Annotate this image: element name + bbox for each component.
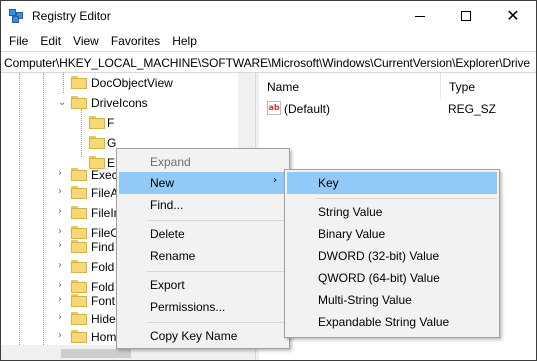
menu-file[interactable]: File [3, 31, 34, 51]
menu-item-label: Key [318, 176, 339, 190]
folder-icon [71, 76, 87, 89]
address-bar[interactable]: Computer\HKEY_LOCAL_MACHINE\SOFTWARE\Mic… [1, 51, 536, 73]
title-bar[interactable]: Registry Editor ✕ [1, 1, 536, 31]
tree-item-label: FileA [91, 186, 119, 200]
maximize-button[interactable] [443, 1, 489, 31]
menu-item-find[interactable]: Find... [119, 194, 287, 216]
menu-separator [315, 198, 497, 199]
menu-item-label: Delete [150, 227, 185, 241]
menu-item-export[interactable]: Export [119, 274, 287, 296]
menu-item-label: DWORD (32-bit) Value [318, 249, 440, 263]
value-name: (Default) [284, 102, 331, 116]
minimize-button[interactable] [397, 1, 443, 31]
window-title: Registry Editor [32, 9, 111, 23]
menu-item-new[interactable]: New › [119, 172, 287, 194]
menu-item-label: Binary Value [318, 227, 386, 241]
address-path[interactable]: Computer\HKEY_LOCAL_MACHINE\SOFTWARE\Mic… [4, 56, 530, 70]
chevron-right-icon[interactable]: › [58, 240, 62, 251]
close-icon: ✕ [506, 6, 520, 25]
minimize-icon [415, 15, 425, 17]
tree-item-label: G [107, 136, 117, 150]
menu-favorites[interactable]: Favorites [105, 31, 166, 51]
submenu-item-string-value[interactable]: String Value [287, 201, 497, 223]
submenu-item-expandable-string-value[interactable]: Expandable String Value [287, 311, 497, 333]
chevron-right-icon[interactable]: › [58, 226, 62, 237]
menu-item-label: Expandable String Value [318, 315, 450, 329]
chevron-right-icon[interactable]: › [58, 168, 62, 179]
menu-item-expand[interactable]: Expand [119, 151, 287, 173]
close-button[interactable]: ✕ [490, 1, 536, 31]
tree-item-docobjectview[interactable]: DocObjectView [1, 73, 238, 95]
folder-icon [71, 312, 87, 325]
menu-item-label: Find... [150, 198, 184, 212]
string-value-icon: ab [267, 101, 281, 115]
menu-item-permissions[interactable]: Permissions... [119, 296, 287, 318]
menu-edit[interactable]: Edit [34, 31, 67, 51]
chevron-right-icon[interactable]: › [58, 260, 62, 271]
registry-editor-icon [9, 9, 25, 23]
chevron-right-icon[interactable]: › [58, 330, 62, 341]
tree-item-label: F [107, 116, 115, 130]
folder-icon [71, 294, 87, 307]
chevron-right-icon[interactable]: › [58, 206, 62, 217]
tree-item-label: Exec [91, 168, 118, 182]
menu-bar: File Edit View Favorites Help [1, 31, 536, 51]
menu-view[interactable]: View [67, 31, 105, 51]
value-type: REG_SZ [448, 102, 497, 116]
chevron-right-icon[interactable]: › [58, 186, 62, 197]
column-header-type[interactable]: Type [441, 73, 536, 99]
context-menu: Expand New › Find... Delete Rename Expor… [116, 148, 290, 349]
menu-item-copy-key-name[interactable]: Copy Key Name [119, 325, 287, 347]
menu-item-delete[interactable]: Delete [119, 223, 287, 245]
menu-item-label: New [150, 176, 175, 190]
menu-item-label: QWORD (64-bit) Value [318, 271, 440, 285]
tree-item-label: Hom [91, 330, 117, 344]
submenu-item-multi-string-value[interactable]: Multi-String Value [287, 289, 497, 311]
tree-item-label: Font [91, 294, 116, 308]
folder-icon [71, 240, 87, 253]
submenu-item-qword-value[interactable]: QWORD (64-bit) Value [287, 267, 497, 289]
tree-item-driveicons[interactable]: ⌄ DriveIcons [1, 93, 238, 115]
folder-icon [89, 116, 105, 129]
registry-editor-window: Registry Editor ✕ File Edit View Favorit… [0, 0, 537, 361]
menu-help[interactable]: Help [166, 31, 203, 51]
folder-icon [71, 168, 87, 181]
menu-item-label: Permissions... [150, 300, 226, 314]
tree-item-label: DriveIcons [91, 96, 148, 110]
menu-item-label: Export [150, 278, 185, 292]
folder-icon [89, 136, 105, 149]
menu-item-label: Copy Key Name [150, 329, 238, 343]
tree-item-label: Fold [91, 260, 115, 274]
chevron-down-icon[interactable]: ⌄ [58, 97, 66, 108]
submenu-item-binary-value[interactable]: Binary Value [287, 223, 497, 245]
value-row-default[interactable]: ab (Default) REG_SZ [259, 99, 536, 119]
folder-open-icon [71, 96, 87, 109]
submenu-item-dword-value[interactable]: DWORD (32-bit) Value [287, 245, 497, 267]
tree-item-label: DocObjectView [91, 76, 173, 90]
menu-item-label: Multi-String Value [318, 293, 412, 307]
new-submenu: Key String Value Binary Value DWORD (32-… [284, 169, 500, 338]
chevron-right-icon[interactable]: › [58, 280, 62, 291]
menu-item-rename[interactable]: Rename [119, 245, 287, 267]
menu-item-label: Rename [150, 249, 196, 263]
menu-item-label: String Value [318, 205, 383, 219]
maximize-icon [461, 11, 471, 21]
chevron-right-icon: › [273, 175, 277, 186]
menu-separator [147, 220, 287, 221]
tree-item-label: Hide [91, 312, 116, 326]
tree-item-f[interactable]: F [1, 113, 238, 135]
chevron-right-icon[interactable]: › [58, 312, 62, 323]
folder-icon [71, 260, 87, 273]
folder-icon [71, 330, 87, 343]
tree-horizontal-scroll-thumb[interactable] [61, 349, 131, 358]
chevron-right-icon[interactable]: › [58, 294, 62, 305]
menu-item-label: Expand [150, 155, 191, 169]
tree-item-label: Find [91, 240, 115, 254]
submenu-item-key[interactable]: Key [287, 172, 497, 194]
folder-icon [71, 186, 87, 199]
menu-separator [147, 322, 287, 323]
menu-separator [147, 271, 287, 272]
folder-icon [71, 206, 87, 219]
column-header-name[interactable]: Name [259, 73, 441, 99]
